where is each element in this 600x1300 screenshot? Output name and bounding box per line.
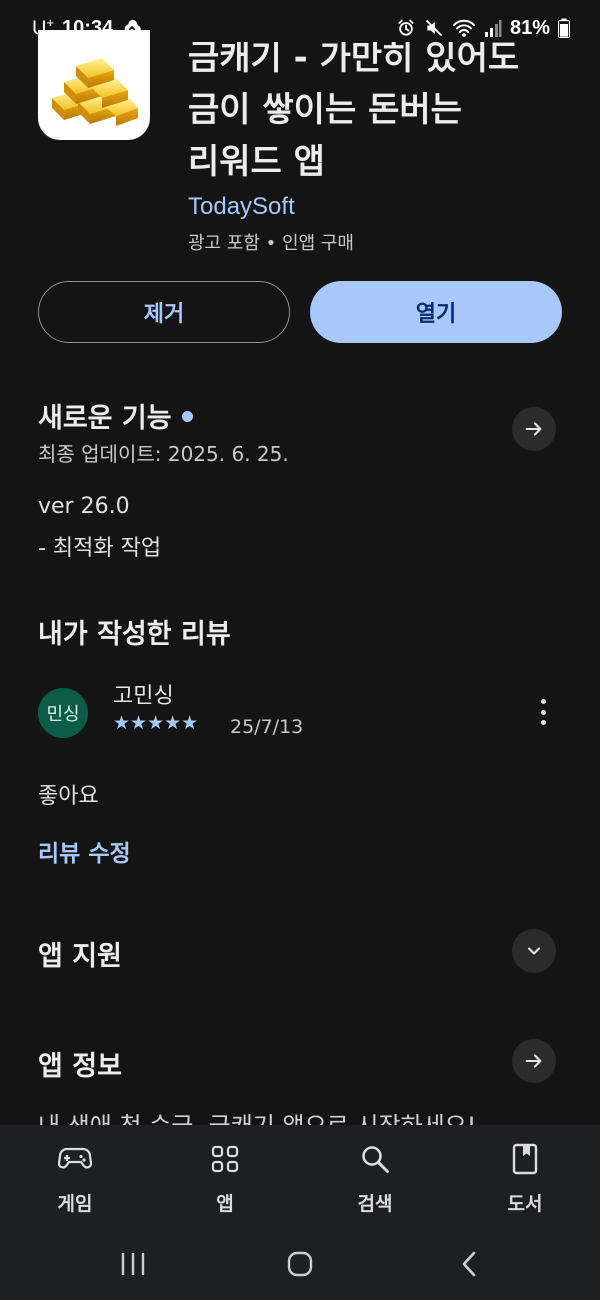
open-button[interactable]: 열기 (310, 281, 562, 343)
new-indicator-dot (181, 411, 193, 422)
release-notes-text: - 최적화 작업 (38, 536, 162, 561)
recent-apps-icon (121, 1253, 145, 1275)
home-button[interactable] (284, 1248, 316, 1280)
app-info-arrow-button[interactable] (512, 1039, 556, 1083)
my-review-title: 내가 작성한 리뷰 (38, 619, 231, 650)
home-icon (287, 1251, 313, 1277)
nav-label: 앱 (216, 1193, 234, 1215)
edit-review-link[interactable]: 리뷰 수정 (38, 834, 131, 868)
battery-percent: 81% (509, 16, 550, 39)
back-button[interactable] (456, 1248, 482, 1280)
review-text: 좋아요 (38, 784, 99, 809)
review-date: 25/7/13 (230, 716, 304, 738)
kebab-dot (540, 709, 546, 715)
wifi-icon (452, 19, 475, 37)
system-navigation-bar (0, 1230, 600, 1300)
app-support-expand-button[interactable] (512, 929, 556, 973)
kebab-dot (540, 720, 546, 725)
whats-new-header[interactable]: 새로운 기능 (38, 396, 193, 435)
developer-link[interactable]: TodaySoft (188, 193, 295, 221)
arrow-right-icon (525, 422, 542, 436)
apps-grid-icon (211, 1145, 239, 1173)
back-arrow-icon (462, 1251, 476, 1277)
kebab-dot (540, 699, 546, 704)
recent-apps-button[interactable] (118, 1248, 148, 1280)
signal-icon (484, 20, 502, 37)
app-support-title[interactable]: 앱 지원 (38, 934, 122, 973)
app-meta-info: 광고 포함 • 인앱 구매 (188, 233, 354, 254)
remove-button[interactable]: 제거 (38, 281, 290, 343)
nav-item-search[interactable]: 검색 (325, 1125, 425, 1216)
avatar: 민싱 (38, 688, 88, 738)
app-info-title[interactable]: 앱 정보 (38, 1044, 122, 1083)
nav-item-apps[interactable]: 앱 (175, 1125, 275, 1216)
nav-item-games[interactable]: 게임 (25, 1125, 125, 1216)
status-bar: U+ 10:34 81% (0, 0, 600, 56)
star-rating: ★★★★★ (113, 712, 199, 734)
gamepad-icon (58, 1147, 92, 1169)
mute-icon (425, 19, 443, 37)
nav-label: 도서 (507, 1193, 543, 1215)
carrier-label: U+ (32, 15, 55, 40)
bottom-navigation: 게임 앱 검색 도서 (0, 1125, 600, 1230)
arrow-right-icon (525, 1054, 542, 1068)
app-details-page: 금캐기 - 가만히 있어도 금이 쌓이는 돈버는 리워드 앱 TodaySoft… (0, 0, 600, 1125)
reviewer-name: 고민싱 (113, 684, 174, 709)
clock: 10:34 (62, 16, 114, 39)
battery-icon (558, 18, 570, 38)
book-icon (512, 1143, 538, 1175)
whats-new-arrow-button[interactable] (512, 407, 556, 451)
whats-new-title: 새로운 기능 (38, 403, 172, 434)
search-icon (362, 1146, 389, 1173)
app-description-preview: 내 생애 첫 순금, 금캐기 앱으로 시작하세요! (38, 1106, 476, 1125)
nav-label: 검색 (357, 1193, 393, 1215)
nav-item-books[interactable]: 도서 (475, 1125, 575, 1216)
alarm-icon (398, 19, 414, 36)
nav-label: 게임 (57, 1193, 93, 1215)
cloud-sync-icon (124, 19, 141, 34)
chevron-down-icon (528, 947, 540, 955)
last-updated-text: 최종 업데이트: 2025. 6. 25. (38, 442, 289, 466)
version-text: ver 26.0 (38, 494, 130, 519)
more-options-button[interactable] (530, 696, 556, 728)
